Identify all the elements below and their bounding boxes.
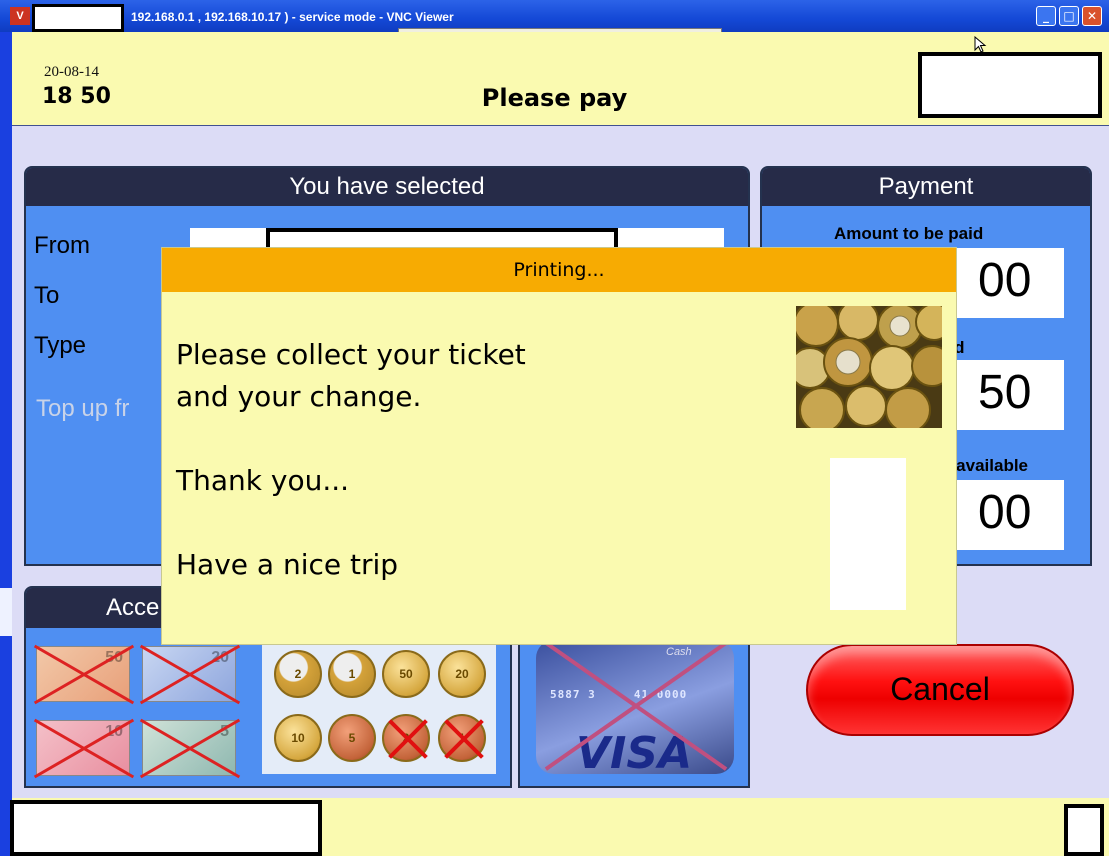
coin-2-euro: 2	[274, 650, 322, 698]
close-button[interactable]: ✕	[1082, 6, 1102, 26]
dialog-blank-area	[830, 458, 906, 610]
paid-value-text: 50	[978, 366, 1032, 419]
nice-trip-message: Have a nice trip	[176, 548, 399, 581]
coin-value: 5	[348, 731, 356, 745]
to-label: To	[34, 282, 60, 309]
from-label: From	[34, 232, 90, 259]
redacted-footer-block	[10, 800, 322, 856]
coin-1-cent-not-accepted: 1	[438, 714, 486, 762]
date-display: 20-08-14	[44, 64, 99, 80]
banknote-20-not-accepted: 20	[139, 644, 241, 705]
visa-card-not-accepted: Cash 5887 3 41 0000 VISA	[536, 640, 734, 774]
coin-value: 50	[399, 667, 413, 681]
coins-photo	[796, 306, 942, 428]
left-edge-panel	[0, 588, 12, 636]
amount-to-be-paid-value: 00	[940, 248, 1064, 318]
mouse-cursor-icon	[974, 36, 987, 53]
minimize-button[interactable]: _	[1036, 6, 1056, 26]
redacted-header-block	[918, 52, 1102, 118]
coin-10-cent: 10	[274, 714, 322, 762]
payment-panel-title: Payment	[762, 168, 1090, 206]
coin-value: 10	[291, 731, 305, 745]
collect-ticket-message: Please collect your ticket	[176, 338, 526, 371]
type-label: Type	[34, 332, 87, 359]
maximize-button[interactable]: □	[1059, 6, 1079, 26]
coin-value: 20	[455, 667, 469, 681]
coin-1-euro: 1	[328, 650, 376, 698]
coins-area: 2 1 50 20 10 5 2 1	[262, 644, 496, 774]
cancel-button[interactable]: Cancel	[806, 644, 1074, 736]
card-number-start: 5887 3	[550, 688, 596, 701]
change-value-text: 00	[978, 486, 1032, 539]
top-up-text: Top up fr	[36, 395, 130, 422]
window-title: 192.168.0.1 , 192.168.10.17 ) - service …	[131, 10, 454, 24]
redacted-title-block	[32, 4, 124, 32]
change-available-value: 00	[940, 480, 1064, 550]
collect-change-message: and your change.	[176, 380, 422, 413]
vnc-app-icon[interactable]: V	[10, 7, 30, 25]
coin-20-cent: 20	[438, 650, 486, 698]
coin-value: 2	[294, 667, 302, 681]
coin-5-cent: 5	[328, 714, 376, 762]
amount-to-be-paid-label: Amount to be paid	[834, 224, 984, 243]
selection-panel-title: You have selected	[26, 168, 748, 206]
redacted-footer-corner	[1064, 804, 1104, 856]
amount-paid-value: 50	[940, 360, 1064, 430]
banknote-10-not-accepted: 10	[33, 718, 135, 779]
coin-50-cent: 50	[382, 650, 430, 698]
banknote-5-not-accepted: 5	[139, 718, 241, 779]
thank-you-message: Thank you...	[176, 464, 350, 497]
coin-2-cent-not-accepted: 2	[382, 714, 430, 762]
dialog-title: Printing...	[162, 248, 956, 292]
banknote-50-not-accepted: 50	[33, 644, 135, 705]
amount-value-text: 00	[978, 254, 1032, 307]
coin-value: 1	[348, 667, 356, 681]
card-label: Cash	[666, 646, 692, 658]
